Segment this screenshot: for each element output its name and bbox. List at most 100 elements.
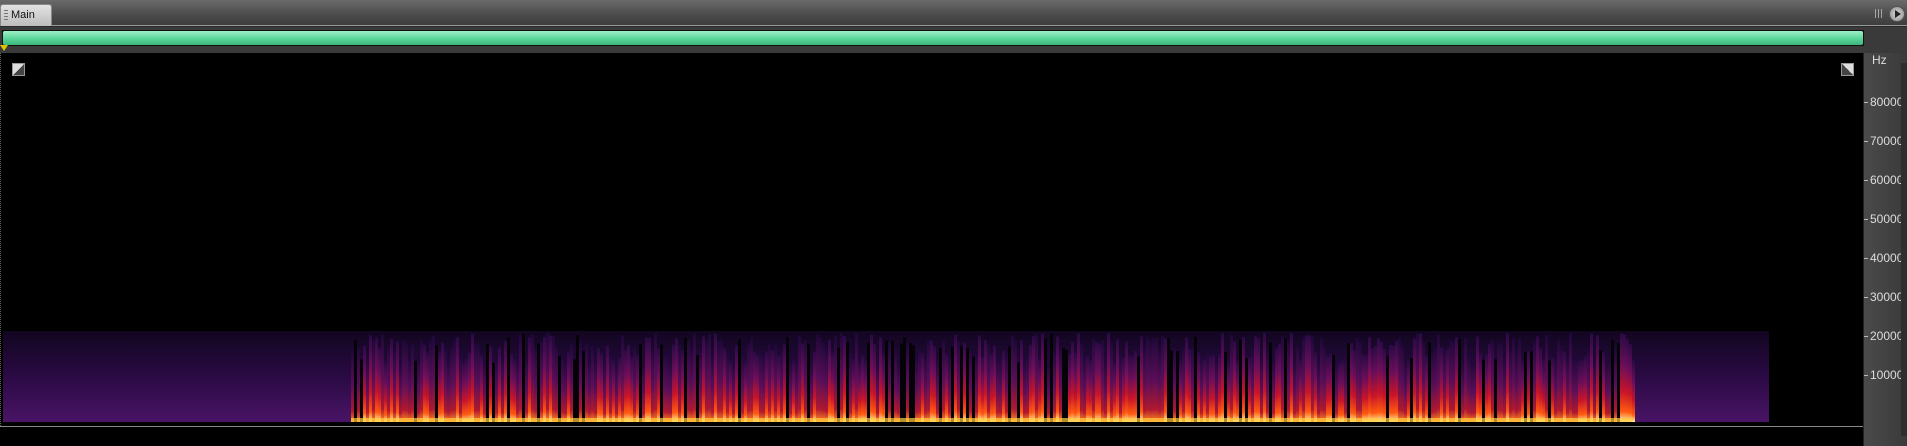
spectrogram-column bbox=[873, 344, 876, 422]
spectrogram-column bbox=[519, 334, 522, 422]
spectrogram-column bbox=[534, 347, 537, 422]
spectrogram-column bbox=[603, 362, 606, 422]
tab-main[interactable]: Main bbox=[0, 4, 52, 26]
spectrogram-column bbox=[474, 343, 477, 422]
spectrogram-column bbox=[1056, 336, 1059, 422]
spectrogram-column bbox=[828, 339, 831, 422]
overview-bar[interactable] bbox=[0, 27, 1907, 53]
spectrogram-column bbox=[1350, 343, 1353, 422]
spectrogram-column bbox=[528, 337, 531, 422]
spectrogram-column bbox=[837, 347, 840, 422]
spectrogram-column bbox=[459, 355, 462, 422]
spectrogram-column bbox=[1323, 345, 1326, 422]
spectrogram-column bbox=[816, 334, 819, 422]
spectrogram-column bbox=[681, 350, 684, 422]
spectrogram-column bbox=[1467, 354, 1470, 422]
spectrogram-column bbox=[1434, 347, 1437, 422]
spectrogram-column bbox=[1551, 357, 1554, 422]
zoom-left-icon[interactable] bbox=[12, 63, 25, 76]
grip-icon[interactable] bbox=[1875, 9, 1884, 18]
spectrogram-column bbox=[792, 360, 795, 422]
overview-selection[interactable] bbox=[3, 31, 1863, 45]
spectrogram-column bbox=[822, 342, 825, 422]
spectrogram-column bbox=[882, 354, 885, 422]
spectrogram-column bbox=[438, 352, 441, 422]
spectrogram-column bbox=[1344, 355, 1347, 422]
spectrogram-column bbox=[1362, 354, 1365, 422]
spectrogram-column bbox=[843, 335, 846, 422]
spectrogram-column bbox=[1536, 336, 1539, 422]
spectrogram-column bbox=[1314, 352, 1317, 422]
spectrogram-column bbox=[1413, 338, 1416, 422]
spectrogram-column bbox=[759, 350, 762, 422]
ruler-tick-mark bbox=[1864, 219, 1868, 220]
overview-track[interactable] bbox=[2, 30, 1864, 46]
spectrogram-column bbox=[1548, 360, 1551, 422]
spectrogram-column bbox=[1443, 349, 1446, 422]
spectrogram-column bbox=[1617, 343, 1620, 422]
spectrogram-column bbox=[1623, 334, 1626, 422]
spectrogram-column bbox=[1296, 345, 1299, 422]
spectrogram-column bbox=[897, 361, 900, 422]
play-icon[interactable] bbox=[1889, 6, 1905, 22]
spectrogram-column bbox=[711, 354, 714, 422]
spectrogram-column bbox=[435, 345, 438, 422]
spectrogram-column bbox=[978, 335, 981, 422]
spectrogram-column bbox=[648, 338, 651, 422]
spectrogram-column bbox=[1380, 341, 1383, 422]
spectrogram-column bbox=[675, 338, 678, 422]
spectrogram-column bbox=[1284, 338, 1287, 422]
spectrogram-column bbox=[477, 344, 480, 422]
spectrogram-column bbox=[1398, 338, 1401, 422]
spectrogram-column bbox=[1410, 357, 1413, 422]
spectrogram-column bbox=[1038, 359, 1041, 422]
spectrogram-column bbox=[552, 336, 555, 422]
spectrogram-column bbox=[687, 340, 690, 422]
spectrogram-column bbox=[651, 348, 654, 422]
spectrogram-column bbox=[921, 353, 924, 422]
spectrogram-column bbox=[1308, 335, 1311, 422]
spectrogram-column bbox=[1587, 348, 1590, 422]
spectrogram-column bbox=[1311, 336, 1314, 422]
spectrogram-column bbox=[531, 334, 534, 422]
spectrogram-column bbox=[387, 346, 390, 422]
frequency-ruler[interactable]: Hz 80000 70000 60000 50000 40000 30000 20000 10… bbox=[1863, 53, 1907, 446]
spectrogram-view[interactable] bbox=[0, 53, 1863, 426]
spectrogram-column bbox=[1179, 361, 1182, 422]
spectrogram-column bbox=[1029, 344, 1032, 422]
spectrogram-column bbox=[1290, 333, 1293, 422]
spectrogram-column bbox=[1167, 337, 1170, 422]
spectrogram-column bbox=[1626, 339, 1629, 422]
tab-bar: Main bbox=[0, 0, 1907, 27]
spectrogram-column bbox=[810, 362, 813, 422]
spectrogram-column bbox=[1611, 339, 1614, 422]
zoom-right-icon[interactable] bbox=[1841, 63, 1854, 76]
spectrogram-column bbox=[1140, 336, 1143, 422]
vertical-scrollbar[interactable] bbox=[1901, 63, 1907, 436]
spectrogram-column bbox=[1392, 345, 1395, 422]
spectrogram-column bbox=[1419, 333, 1422, 422]
spectrogram-column bbox=[453, 340, 456, 422]
spectrogram-column bbox=[1569, 333, 1572, 422]
playhead-marker-icon[interactable] bbox=[0, 45, 8, 51]
spectrogram-column bbox=[507, 337, 510, 422]
spectrogram-column bbox=[363, 345, 366, 422]
ruler-tick-mark bbox=[1864, 297, 1868, 298]
spectrogram-column bbox=[1245, 358, 1248, 422]
spectrogram-column bbox=[1101, 340, 1104, 422]
spectrogram-column bbox=[768, 343, 771, 422]
spectrogram-column bbox=[924, 355, 927, 422]
spectrogram-column bbox=[429, 339, 432, 422]
spectrogram-column bbox=[1506, 333, 1509, 422]
spectrogram-column bbox=[1233, 341, 1236, 422]
spectrogram-column bbox=[660, 344, 663, 422]
spectrogram-column bbox=[1182, 348, 1185, 422]
spectrogram-column bbox=[876, 361, 879, 422]
spectrogram-column bbox=[672, 344, 675, 422]
spectrogram-column bbox=[1020, 340, 1023, 422]
spectrogram-column bbox=[1422, 341, 1425, 422]
spectrogram-column bbox=[657, 348, 660, 422]
spectrogram-column bbox=[372, 340, 375, 422]
spectrogram-column bbox=[1014, 340, 1017, 422]
spectrogram-column bbox=[570, 343, 573, 422]
